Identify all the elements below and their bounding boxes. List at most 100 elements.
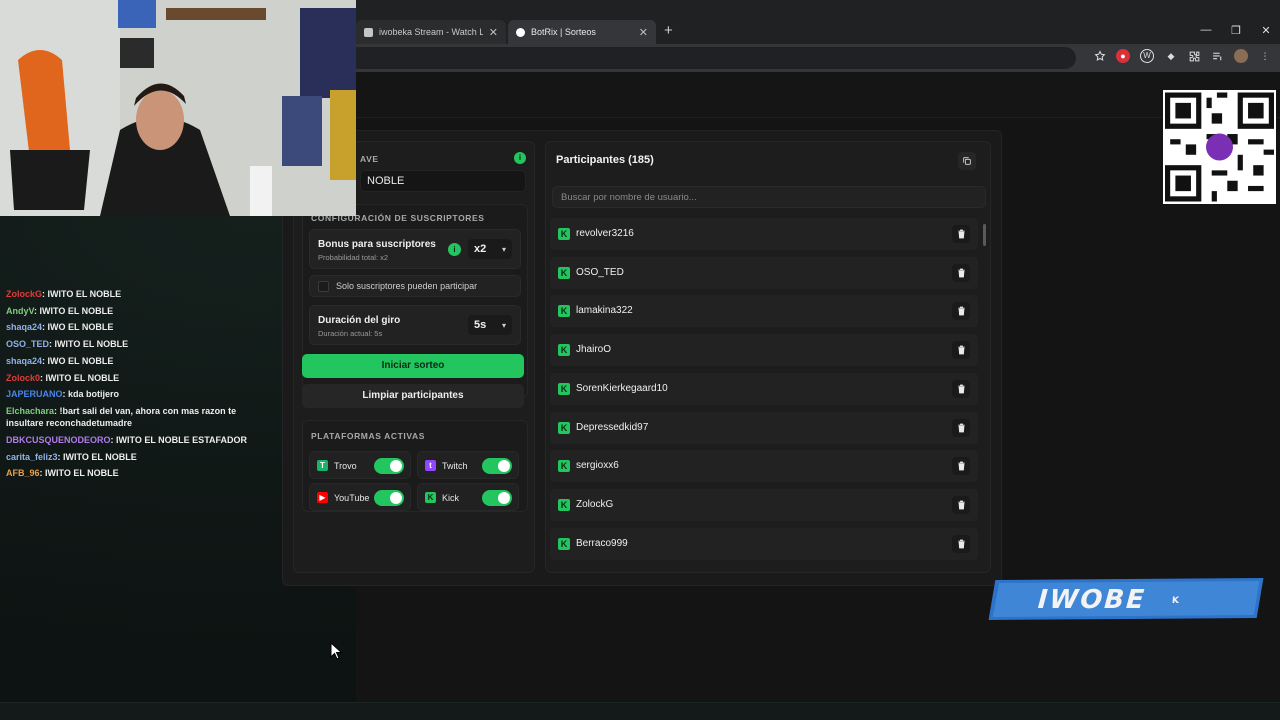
chat-username[interactable]: DBKCUSQUENODEORO [6,435,111,445]
remove-participant-button[interactable] [952,534,970,553]
platform-name: YouTube [334,493,370,503]
chat-username[interactable]: OSO_TED [6,339,49,349]
extension-diamond-icon[interactable]: ◆ [1164,49,1178,63]
chat-username[interactable]: shaqa24 [6,356,42,366]
clear-participants-button[interactable]: Limpiar participantes [302,384,524,408]
subs-only-checkbox[interactable] [318,281,329,292]
duration-subtitle: Duración actual: 5s [318,329,383,338]
chat-username[interactable]: Zolock0 [6,373,40,383]
chat-text: : IWITO EL NOBLE [34,305,114,316]
chat-username[interactable]: JAPERUANO [6,389,63,399]
participants-panel: Participantes (185) Krevolver3216KOSO_TE… [545,141,991,573]
chat-username[interactable]: AFB_96 [6,468,40,478]
trash-icon [957,384,965,394]
bonus-select[interactable]: x2 ▾ [468,239,512,259]
participant-row: Krevolver3216 [550,218,978,250]
copy-list-button[interactable] [958,152,976,170]
participant-name: lamakina322 [576,305,633,317]
extension-red-icon[interactable]: ● [1116,49,1130,63]
keyword-label: AVE [360,154,379,164]
close-tab-icon[interactable]: ✕ [489,26,498,39]
chat-text: : IWITO EL NOBLE [39,468,119,479]
close-tab-icon[interactable]: ✕ [639,26,648,39]
trash-icon [957,345,965,355]
remove-participant-button[interactable] [952,302,970,321]
extensions-puzzle-icon[interactable] [1188,50,1201,63]
twitch-toggle[interactable] [482,458,512,474]
start-raffle-button[interactable]: Iniciar sorteo [302,354,524,378]
webcam-scene [0,0,356,216]
duration-value: 5s [474,319,487,331]
chat-text: : IWITO EL NOBLE [49,339,129,350]
bookmark-star-icon[interactable] [1094,50,1106,62]
remove-participant-button[interactable] [952,225,970,243]
remove-participant-button[interactable] [952,379,970,398]
chat-text: : IWO EL NOBLE [42,355,114,366]
remove-participant-button[interactable] [952,341,970,360]
youtube-toggle[interactable] [374,490,404,506]
remove-participant-button[interactable] [952,418,970,437]
participant-row: K JhairoO [550,334,978,367]
address-bar[interactable] [356,47,1076,69]
kick-icon: K [425,492,436,503]
chat-message: shaqa24: IWO EL NOBLE [0,319,262,336]
chat-text: : kda botijero [62,389,120,400]
participant-search-input[interactable] [552,186,986,208]
subs-only-row[interactable]: Solo suscriptores pueden participar [309,275,521,297]
logo-banner-icon: IWOBE K [988,578,1264,620]
keyword-input[interactable] [360,170,526,192]
chat-username[interactable]: shaqa24 [6,322,42,332]
chat-message: AndyV: IWITO EL NOBLE [0,303,262,320]
trovo-icon: T [317,460,328,471]
raffle-card: AVE i CONFIGURACIÓN DE SUSCRIPTORES Bonu… [282,130,1002,586]
chat-message: AFB_96: IWITO EL NOBLE [0,465,262,482]
participant-name: sergioxx6 [576,460,619,472]
platform-trovo: T Trovo [309,451,411,479]
chat-username[interactable]: AndyV [6,306,34,316]
chat-username[interactable]: carita_feliz3 [6,452,58,462]
browser-menu-icon[interactable]: ⋮ [1258,49,1272,63]
kick-icon: K [558,382,570,395]
remove-participant-button[interactable] [952,495,970,514]
kick-icon: K [558,537,570,550]
chat-message: DBKCUSQUENODEORO: IWITO EL NOBLE ESTAFAD… [0,432,262,449]
profile-avatar[interactable] [1234,49,1248,63]
mouse-cursor-icon [330,642,343,660]
trovo-toggle[interactable] [374,458,404,474]
logo-text: IWOBE [1037,585,1147,615]
chat-username[interactable]: Elchachara [6,406,54,416]
minimize-button[interactable]: — [1198,24,1214,36]
duration-select[interactable]: 5s ▾ [468,315,512,335]
bonus-value: x2 [474,243,487,255]
chat-message: Zolock0: IWITO EL NOBLE [0,370,262,387]
new-tab-button[interactable]: + [664,22,673,39]
kick-icon: K [558,344,570,357]
restore-button[interactable]: ❐ [1228,24,1244,37]
twitch-favicon-icon [364,27,373,37]
kick-toggle[interactable] [482,490,512,506]
chat-message: Elchachara: !bart sali del van, ahora co… [0,403,262,432]
tab-iwobeka-stream[interactable]: iwobeka Stream - Watch Live o ✕ [356,20,506,44]
participant-name: Berraco999 [576,537,628,549]
remove-participant-button[interactable] [952,263,970,282]
close-window-button[interactable]: ✕ [1258,24,1274,37]
info-icon[interactable]: i [514,152,526,164]
copy-icon [963,157,971,165]
browser-toolbar: ● W ◆ ⋮ [356,44,1280,72]
chat-message: carita_feliz3: IWITO EL NOBLE [0,449,262,466]
tab-botrix-sorteos[interactable]: BotRix | Sorteos ✕ [508,20,656,44]
list-scrollbar[interactable] [983,224,986,246]
chat-text: : IWITO EL NOBLE [57,451,137,462]
participant-name: revolver3216 [576,228,634,239]
media-queue-icon[interactable] [1211,50,1224,63]
active-platforms: PLATAFORMAS ACTIVAS T Trovo t Twitch ▶ Y… [302,420,528,512]
participant-name: SorenKierkegaard10 [576,382,668,394]
participant-name: ZolockG [576,498,614,510]
chat-username[interactable]: ZolockG [6,289,42,299]
remove-participant-button[interactable] [952,457,970,476]
info-icon[interactable]: i [448,243,461,256]
extension-w-icon[interactable]: W [1140,49,1154,63]
participant-name: Depressedkid97 [576,421,649,433]
trash-icon [957,268,965,278]
window-controls: — ❐ ✕ [1198,20,1274,40]
